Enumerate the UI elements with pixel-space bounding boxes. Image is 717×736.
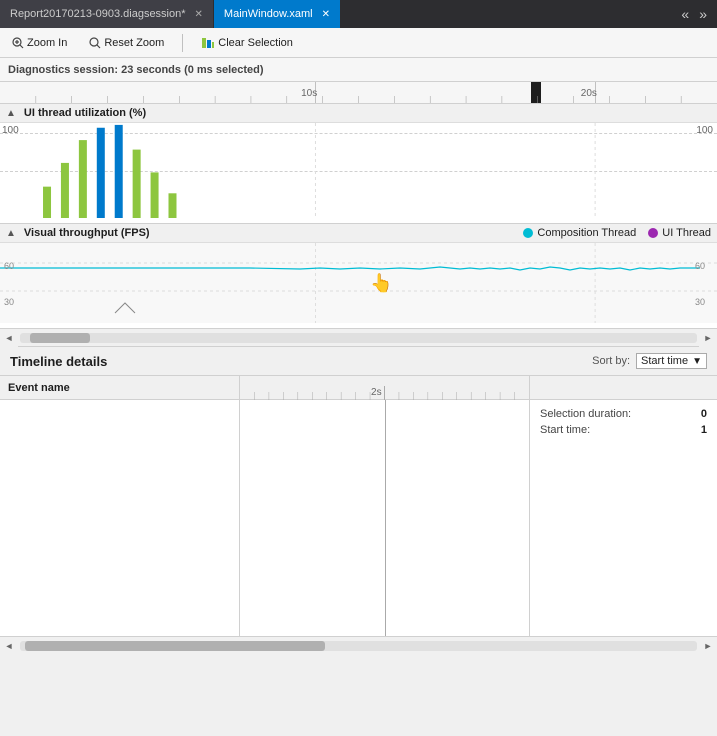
svg-text:60: 60 [4,261,14,271]
tab-bar: Report20170213-0903.diagsession* ✕ MainW… [0,0,717,28]
selection-duration-value: 0 [701,408,707,420]
chart-scroll-track[interactable] [20,333,697,343]
bottom-scroll-thumb[interactable] [25,641,325,651]
legend-ui-thread-dot [648,228,658,238]
fps-chart-svg: 60 60 30 30 [0,243,717,323]
zoom-in-button[interactable]: Zoom In [8,35,71,51]
clear-selection-label: Clear Selection [218,37,293,49]
ui-thread-bars-svg [0,123,717,218]
tab-diag-label: Report20170213-0903.diagsession* [10,8,186,20]
svg-text:60: 60 [695,261,705,271]
bottom-scrollbar: ◄ ► [0,636,717,654]
zoom-in-label: Zoom In [27,37,67,49]
fps-chart-canvas[interactable]: 60 60 30 30 👆 [0,243,717,323]
start-time-row: Start time: 1 [540,424,707,436]
sort-option: Start time [641,355,688,367]
tab-nav-buttons: « » [677,6,717,22]
legend-ui-thread: UI Thread [648,227,711,239]
chart-scroll-thumb[interactable] [30,333,90,343]
legend-composition-dot [523,228,533,238]
bottom-scroll-track[interactable] [20,641,697,651]
sort-controls: Sort by: Start time ▼ [592,353,707,369]
chart-scrollbar: ◄ ► [0,329,717,347]
reset-zoom-label: Reset Zoom [104,37,164,49]
details-column: Selection duration: 0 Start time: 1 [530,376,717,636]
reset-zoom-button[interactable]: Reset Zoom [85,35,168,51]
ruler-inner: 10s 20s [0,82,717,103]
svg-text:30: 30 [695,297,705,307]
details-header [530,376,717,400]
zoom-in-icon [12,37,24,49]
ui-thread-chart-header: ▲ UI thread utilization (%) [0,104,717,123]
timeline-cursor [385,400,386,636]
ui-thread-chart-canvas[interactable]: 100 100 [0,123,717,218]
tab-nav-left[interactable]: « [677,6,693,22]
selection-duration-label: Selection duration: [540,408,631,420]
ruler2-svg: 2s [240,376,529,400]
fps-legend: Composition Thread UI Thread [523,227,711,239]
clear-selection-icon [201,37,215,49]
sort-by-label: Sort by: [592,355,630,367]
fps-collapse-arrow[interactable]: ▲ [6,228,16,239]
event-name-column: Event name [0,376,240,636]
table-area: Event name 2s [0,376,717,636]
ruler-ticks-svg [0,82,717,104]
event-name-body[interactable] [0,400,239,636]
timeline-details-header: Timeline details Sort by: Start time ▼ [0,347,717,376]
session-info: Diagnostics session: 23 seconds (0 ms se… [8,64,264,76]
tabs-container: Report20170213-0903.diagsession* ✕ MainW… [0,0,341,28]
timeline-body[interactable] [240,400,529,636]
session-bar: Diagnostics session: 23 seconds (0 ms se… [0,58,717,82]
tab-nav-right[interactable]: » [695,6,711,22]
tab-xaml-label: MainWindow.xaml [224,8,313,20]
ui-thread-chart-section: ▲ UI thread utilization (%) 100 100 [0,104,717,224]
legend-ui-thread-label: UI Thread [662,227,711,239]
sort-dropdown[interactable]: Start time ▼ [636,353,707,369]
selection-duration-row: Selection duration: 0 [540,408,707,420]
timeline-column: 2s [240,376,530,636]
timeline-ruler[interactable]: 10s 20s [0,82,717,104]
details-body: Selection duration: 0 Start time: 1 [530,400,717,636]
timeline-ruler2: 2s [240,376,529,400]
tab-diag[interactable]: Report20170213-0903.diagsession* ✕ [0,0,214,28]
svg-text:2s: 2s [371,387,382,398]
ui-thread-collapse-arrow[interactable]: ▲ [6,108,16,119]
start-time-value: 1 [701,424,707,436]
svg-text:30: 30 [4,297,14,307]
timeline-details-title: Timeline details [10,354,107,369]
sort-dropdown-arrow: ▼ [692,356,702,367]
tab-xaml[interactable]: MainWindow.xaml ✕ [214,0,341,28]
tab-diag-close[interactable]: ✕ [195,9,203,20]
event-name-header-label: Event name [8,382,70,394]
chart-scroll-right[interactable]: ► [699,329,717,347]
fps-chart-section: ▲ Visual throughput (FPS) Composition Th… [0,224,717,329]
tab-xaml-close[interactable]: ✕ [322,9,330,20]
ui-thread-chart-title: UI thread utilization (%) [24,107,146,119]
bottom-scroll-right[interactable]: ► [699,637,717,655]
chart-scroll-left[interactable]: ◄ [0,329,18,347]
fps-chart-title: Visual throughput (FPS) [24,227,150,239]
toolbar: Zoom In Reset Zoom Clear Selection [0,28,717,58]
legend-composition: Composition Thread [523,227,636,239]
fps-chart-header: ▲ Visual throughput (FPS) Composition Th… [0,224,717,243]
event-name-header: Event name [0,376,239,400]
legend-composition-label: Composition Thread [537,227,636,239]
reset-zoom-icon [89,37,101,49]
clear-selection-button[interactable]: Clear Selection [197,35,297,51]
bottom-scroll-left[interactable]: ◄ [0,637,18,655]
start-time-label: Start time: [540,424,590,436]
toolbar-separator [182,34,183,52]
